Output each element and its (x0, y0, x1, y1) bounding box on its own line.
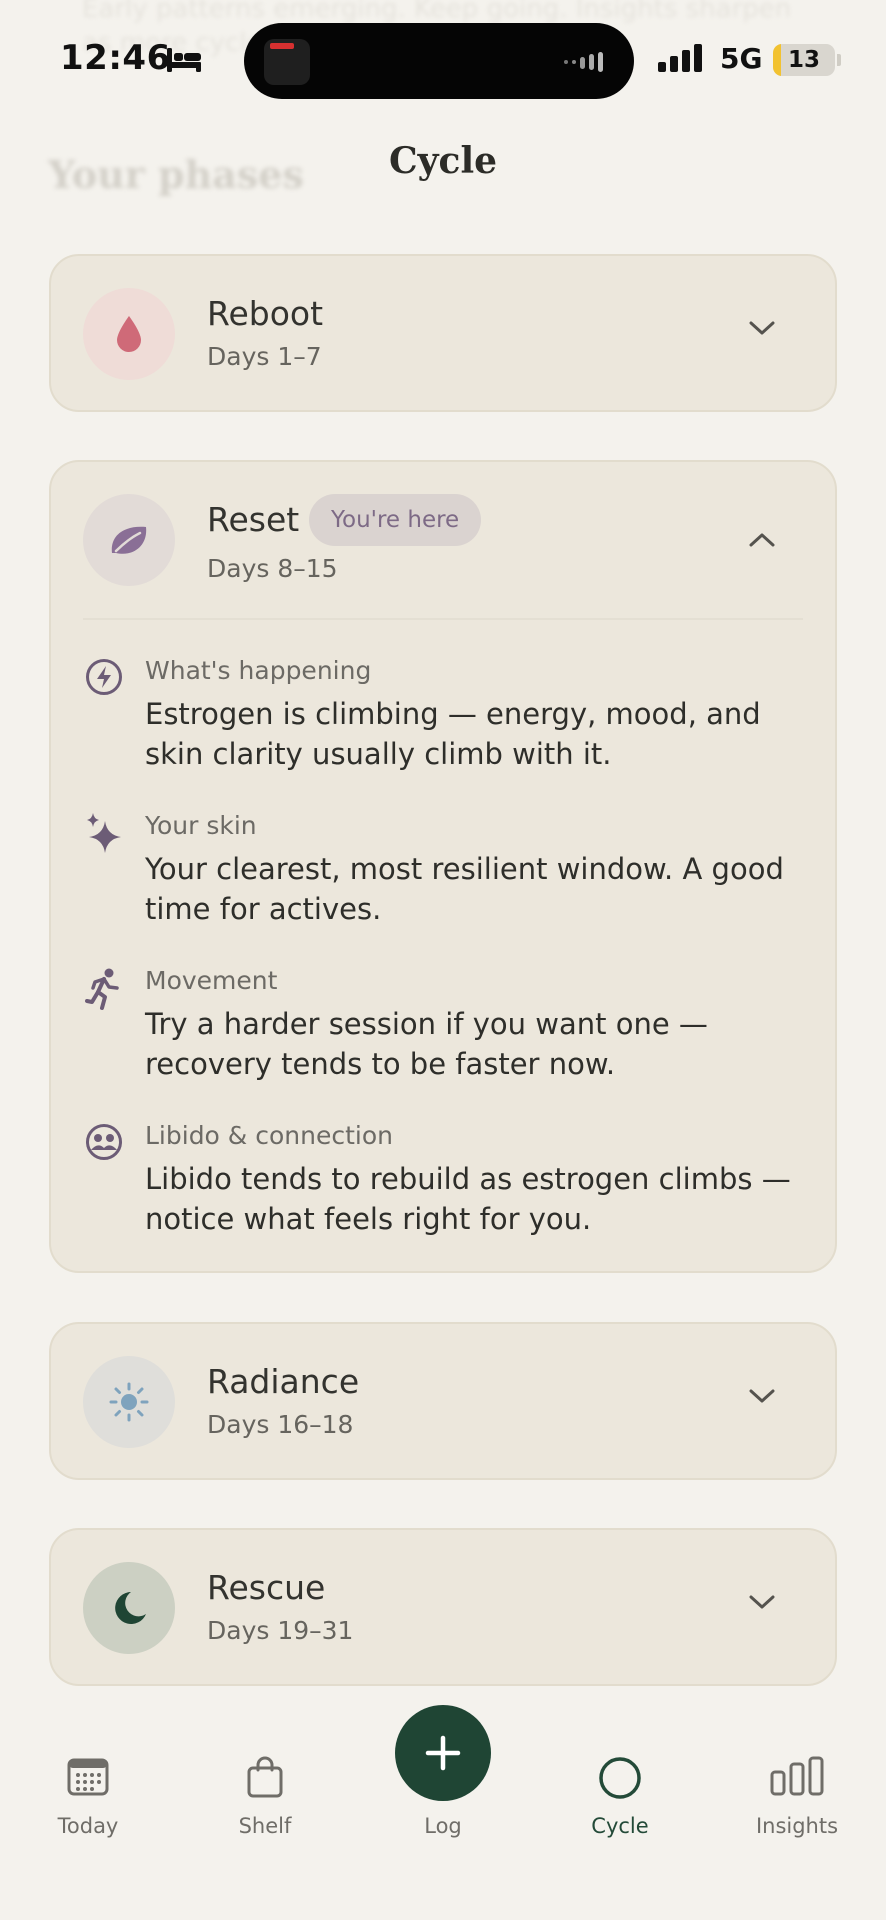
phase-days: Days 16–18 (207, 1410, 354, 1439)
moon-icon (115, 1592, 146, 1624)
running-icon (85, 968, 119, 1010)
tab-insights[interactable]: Insights (722, 1700, 872, 1840)
network-type: 5G (720, 42, 763, 75)
tab-label: Insights (755, 1814, 839, 1838)
phase-days: Days 1–7 (207, 342, 322, 371)
drop-icon (117, 316, 141, 352)
detail-label: Movement (145, 966, 278, 995)
shopping-bag-icon (247, 1756, 283, 1798)
phase-days: Days 19–31 (207, 1616, 354, 1645)
bottom-tab-bar: Today Shelf Log Cycle Insights (0, 1700, 886, 1920)
calendar-icon (67, 1758, 109, 1796)
phase-name: Reboot (207, 294, 324, 333)
detail-text: Your clearest, most resilient window. A … (145, 852, 784, 926)
tab-shelf[interactable]: Shelf (190, 1700, 340, 1840)
cycle-ring-icon (599, 1757, 641, 1799)
phase-days: Days 8–15 (207, 554, 338, 583)
status-bar: 12:46 5G 13 (0, 0, 886, 110)
phase-icon-badge (83, 1562, 175, 1654)
phase-card-header[interactable]: Radiance Days 16–18 (51, 1324, 835, 1480)
phase-card-reset[interactable]: Reset You're here Days 8–15 What's happe… (49, 460, 837, 1273)
phase-card-header[interactable]: Reset You're here Days 8–15 (51, 462, 835, 618)
dynamic-island (244, 23, 634, 99)
plus-icon (425, 1735, 461, 1771)
leaf-icon (111, 526, 147, 554)
cellular-signal-icon (658, 44, 702, 72)
people-icon (86, 1124, 122, 1160)
phase-name: Reset (207, 500, 300, 539)
tab-label: Cycle (591, 1814, 649, 1838)
battery-percent: 13 (787, 47, 820, 73)
page-title: Cycle (388, 140, 498, 182)
phase-name: Radiance (207, 1362, 360, 1401)
bar-chart-icon (770, 1756, 824, 1796)
detail-label: What's happening (145, 656, 372, 685)
tab-log[interactable]: Log (368, 1700, 518, 1840)
phase-card-header[interactable]: Rescue Days 19–31 (51, 1530, 835, 1686)
detail-text: Estrogen is climbing — energy, mood, and… (145, 697, 761, 771)
chevron-down-icon[interactable] (749, 320, 775, 336)
phase-icon-badge (83, 1356, 175, 1448)
phase-icon-badge (83, 288, 175, 380)
detail-label: Libido & connection (145, 1121, 393, 1150)
status-time: 12:46 (60, 38, 171, 78)
battery-indicator: 13 (773, 44, 835, 76)
chevron-down-icon[interactable] (749, 1594, 775, 1610)
chevron-up-icon[interactable] (749, 532, 775, 548)
phase-icon-badge (83, 494, 175, 586)
card-divider (83, 618, 803, 620)
phase-card-radiance[interactable]: Radiance Days 16–18 (49, 1322, 837, 1480)
lightning-icon (86, 659, 122, 695)
phase-name: Rescue (207, 1568, 326, 1607)
bed-icon (167, 48, 201, 72)
chevron-down-icon[interactable] (749, 1388, 775, 1404)
current-phase-badge: You're here (309, 494, 482, 546)
now-playing-app-icon (264, 39, 310, 85)
tab-label: Shelf (238, 1814, 292, 1838)
tab-label: Log (424, 1814, 462, 1838)
phase-card-header[interactable]: Reboot Days 1–7 (51, 256, 835, 412)
sun-icon (109, 1382, 149, 1422)
phase-card-rescue[interactable]: Rescue Days 19–31 (49, 1528, 837, 1686)
log-button[interactable] (395, 1705, 491, 1801)
audio-bars-icon (564, 52, 603, 72)
phase-card-reboot[interactable]: Reboot Days 1–7 (49, 254, 837, 412)
detail-text: Try a harder session if you want one — r… (145, 1007, 708, 1081)
tab-cycle[interactable]: Cycle (545, 1700, 695, 1840)
tab-today[interactable]: Today (13, 1700, 163, 1840)
tab-label: Today (57, 1814, 119, 1838)
detail-label: Your skin (145, 811, 257, 840)
battery-cap (837, 54, 841, 66)
sparkles-icon (87, 813, 121, 853)
detail-text: Libido tends to rebuild as estrogen clim… (145, 1162, 791, 1236)
